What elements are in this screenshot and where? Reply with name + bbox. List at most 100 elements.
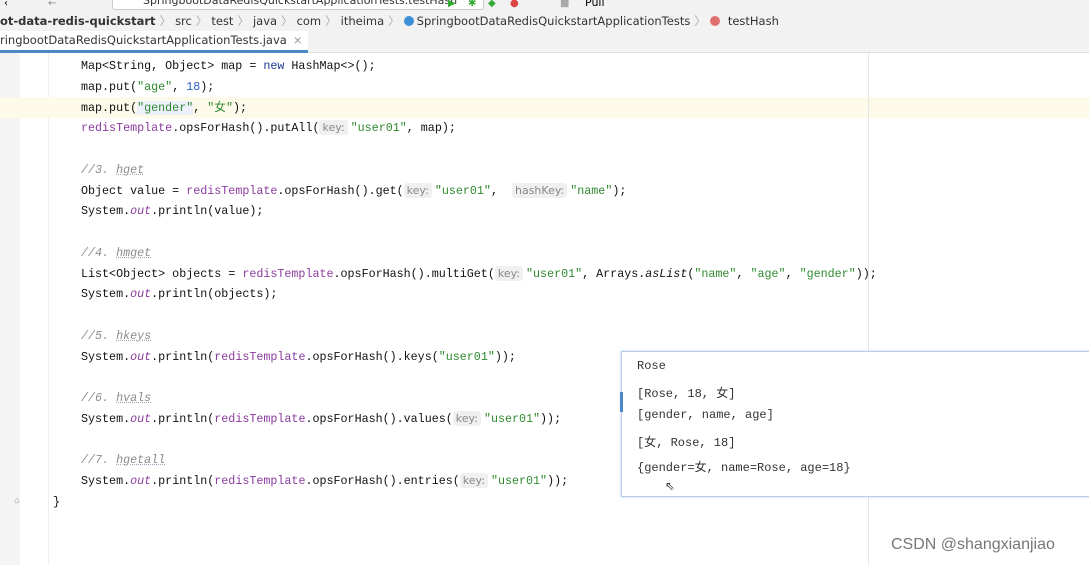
breadcrumb-item[interactable]: src: [175, 14, 192, 28]
code-token: ));: [540, 411, 562, 426]
output-line: [gender, name, age]: [637, 408, 774, 423]
debug-icon[interactable]: ✱: [468, 0, 476, 9]
forward-icon[interactable]: ←: [48, 0, 56, 9]
code-token: , map);: [406, 121, 456, 136]
coverage-icon[interactable]: ◆: [488, 0, 496, 9]
code-token: "user01": [483, 411, 541, 426]
parameter-hint: key:: [494, 265, 524, 281]
code-token: asList: [645, 266, 688, 281]
code-token: System.: [81, 204, 131, 219]
code-token: ,: [736, 266, 751, 281]
output-line: [女, Rose, 18]: [637, 436, 736, 451]
breadcrumb-item[interactable]: testHash: [728, 14, 779, 28]
run-icon[interactable]: ▶: [448, 0, 456, 9]
code-token: List<Object> objects =: [81, 266, 243, 281]
code-token: }: [53, 494, 61, 509]
code-line: System.out.println(redisTemplate.opsForH…: [81, 471, 568, 491]
code-token: map.put(: [81, 100, 138, 115]
code-token: "女": [207, 100, 233, 115]
code-token: .println(: [151, 411, 215, 426]
code-token: ,: [490, 183, 512, 198]
code-token: "user01": [490, 474, 548, 488]
back-icon[interactable]: ‹: [4, 0, 8, 9]
parameter-hint: hashKey:: [511, 182, 568, 198]
code-token: redisTemplate: [186, 183, 278, 198]
breadcrumb-item[interactable]: test: [211, 14, 233, 28]
code-token: Map<String, Object> map =: [81, 59, 264, 73]
code-token: .opsForHash().entries(: [305, 474, 460, 488]
code-line: System.out.println(redisTemplate.opsForH…: [81, 347, 516, 367]
close-icon[interactable]: ×: [293, 33, 303, 47]
code-token: "user01": [434, 183, 491, 198]
code-token: ,: [193, 100, 208, 115]
code-token: redisTemplate: [214, 474, 306, 488]
code-token: .opsForHash().multiGet(: [333, 266, 495, 281]
code-token: //7.: [81, 453, 117, 468]
code-line: //6. hvals: [81, 388, 151, 408]
code-line: map.put("gender", "女");: [81, 98, 247, 118]
code-token: "age": [137, 79, 173, 94]
parameter-hint: key:: [452, 410, 481, 426]
code-token: out: [130, 204, 152, 219]
breadcrumb-item[interactable]: java: [253, 14, 277, 28]
code-token: hget: [116, 162, 145, 177]
code-line: Object value = redisTemplate.opsForHash(…: [81, 181, 626, 201]
code-token: "name": [694, 266, 737, 281]
breadcrumb-item[interactable]: itheima: [341, 14, 385, 28]
code-token: 18: [186, 79, 201, 94]
code-token: redisTemplate: [81, 121, 173, 136]
output-line: {gender=女, name=Rose, age=18}: [637, 460, 851, 475]
parameter-hint: key:: [459, 473, 488, 488]
code-token: "age": [750, 266, 786, 281]
breadcrumb-separator: 〉: [237, 14, 249, 28]
code-token: System.: [81, 474, 131, 488]
code-token: "user01": [526, 266, 583, 281]
code-token: out: [130, 474, 152, 488]
code-token: , Arrays.: [582, 266, 646, 281]
breadcrumb-separator: 〉: [281, 14, 293, 28]
code-token: .opsForHash().get(: [277, 183, 404, 198]
mouse-cursor-icon: ⇖: [665, 479, 676, 493]
code-token: hgetall: [116, 453, 166, 468]
code-line: //4. hmget: [81, 243, 151, 263]
git-pull-button[interactable]: Pull: [585, 0, 605, 9]
code-token: out: [130, 411, 152, 426]
code-line: }: [53, 492, 60, 512]
parameter-hint: key:: [403, 182, 432, 198]
selection-marker: [620, 392, 623, 412]
breadcrumb-item[interactable]: SpringbootDataRedisQuickstartApplication…: [417, 14, 691, 28]
code-token: Object value =: [81, 183, 187, 198]
code-token: System.: [81, 287, 131, 302]
code-token: new: [263, 59, 285, 73]
output-line: Rose: [637, 359, 666, 373]
code-token: //4.: [81, 245, 117, 260]
code-line: List<Object> objects = redisTemplate.ops…: [81, 264, 877, 284]
stop-icon[interactable]: ■: [560, 0, 569, 9]
breadcrumb-item[interactable]: com: [297, 14, 322, 28]
code-token: map.put(: [81, 79, 138, 94]
code-token: ,: [172, 79, 187, 94]
code-token: hkeys: [116, 328, 152, 343]
code-token: HashMap<>();: [284, 59, 376, 73]
fold-icon[interactable]: ⌂: [14, 496, 20, 506]
editor-tabs: ringbootDataRedisQuickstartApplicationTe…: [0, 31, 1089, 53]
gutter: [0, 53, 20, 565]
breadcrumb-item[interactable]: ot-data-redis-quickstart: [0, 14, 156, 28]
code-token: out: [130, 349, 152, 364]
profile-icon[interactable]: ●: [510, 0, 519, 9]
code-token: );: [232, 100, 247, 115]
breadcrumb-separator: 〉: [325, 14, 337, 28]
code-line: redisTemplate.opsForHash().putAll(key: "u…: [81, 118, 456, 138]
run-configuration-select[interactable]: SpringbootDataRedisQuickstartApplication…: [112, 0, 484, 10]
breadcrumb-separator: 〉: [195, 14, 208, 28]
watermark: CSDN @shangxianjiao: [891, 536, 1055, 553]
code-token: ));: [547, 474, 569, 488]
code-token: System.: [81, 349, 131, 364]
tab-label: ringbootDataRedisQuickstartApplicationTe…: [0, 33, 287, 47]
breadcrumb-separator: 〉: [388, 14, 400, 28]
code-token: System.: [81, 411, 131, 426]
code-token: ,: [785, 266, 800, 281]
tab-test-file[interactable]: ringbootDataRedisQuickstartApplicationTe…: [0, 31, 309, 53]
code-line: Map<String, Object> map = new HashMap<>(…: [81, 56, 376, 76]
code-line: System.out.println(objects);: [81, 284, 277, 304]
